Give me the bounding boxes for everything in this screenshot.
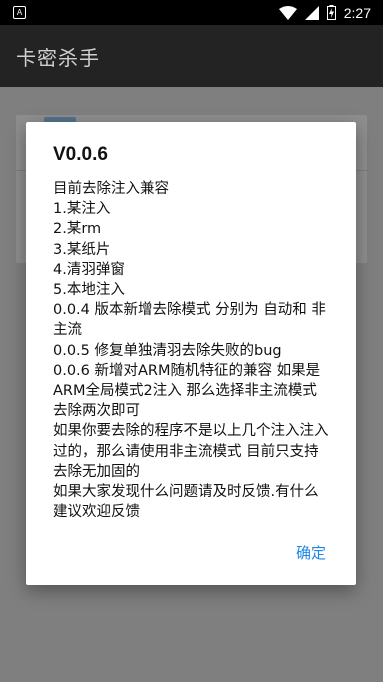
app-title: 卡密杀手 [16, 46, 100, 70]
wifi-icon [278, 5, 297, 20]
notification-icon: A [13, 6, 26, 19]
dialog-title: V0.0.6 [53, 144, 108, 165]
version-dialog: V0.0.6 目前去除注入兼容 1.某注入 2.某rm 3.某纸片 4.清羽弹窗… [26, 122, 356, 585]
status-icons: 2:27 [278, 0, 371, 25]
app-bar: 卡密杀手 [0, 25, 383, 87]
status-time: 2:27 [343, 4, 371, 21]
dialog-message: 目前去除注入兼容 1.某注入 2.某rm 3.某纸片 4.清羽弹窗 5.本地注入… [53, 181, 329, 521]
battery-charging-icon [326, 5, 336, 20]
ok-button[interactable]: 确定 [296, 542, 326, 563]
status-bar: A 2:27 [0, 0, 383, 25]
signal-icon [304, 5, 319, 20]
